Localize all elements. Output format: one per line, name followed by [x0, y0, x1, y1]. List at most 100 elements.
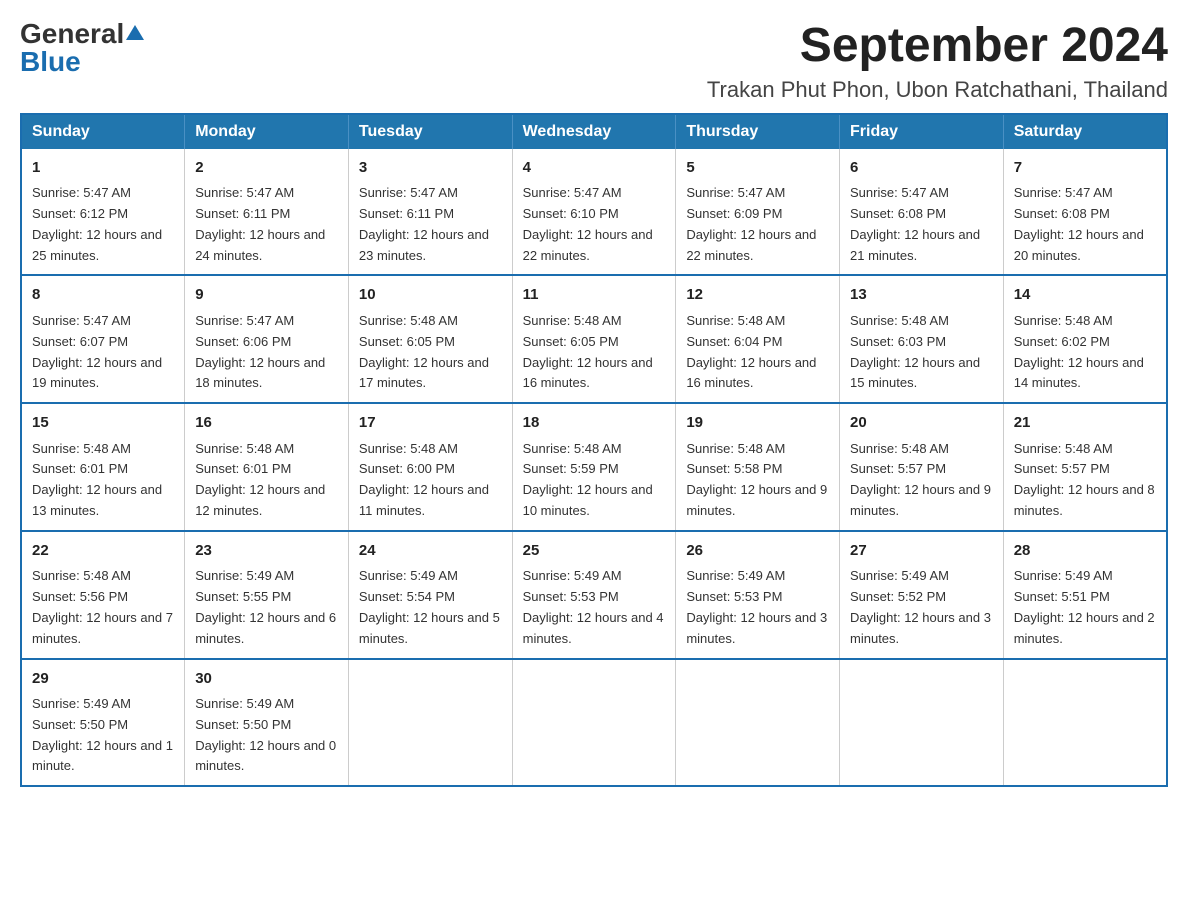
table-row: 28 Sunrise: 5:49 AMSunset: 5:51 PMDaylig…	[1003, 531, 1167, 659]
logo-general: General	[20, 20, 124, 48]
location-subtitle: Trakan Phut Phon, Ubon Ratchathani, Thai…	[707, 77, 1168, 103]
day-number: 1	[32, 157, 174, 180]
day-number: 20	[850, 412, 993, 435]
day-number: 11	[523, 284, 666, 307]
col-friday: Friday	[840, 114, 1004, 149]
day-number: 23	[195, 540, 338, 563]
table-row: 21 Sunrise: 5:48 AMSunset: 5:57 PMDaylig…	[1003, 403, 1167, 531]
calendar-week-row: 29 Sunrise: 5:49 AMSunset: 5:50 PMDaylig…	[21, 659, 1167, 787]
table-row: 1 Sunrise: 5:47 AMSunset: 6:12 PMDayligh…	[21, 149, 185, 276]
day-info: Sunrise: 5:49 AMSunset: 5:55 PMDaylight:…	[195, 568, 336, 645]
day-number: 12	[686, 284, 829, 307]
day-info: Sunrise: 5:49 AMSunset: 5:53 PMDaylight:…	[686, 568, 827, 645]
table-row: 9 Sunrise: 5:47 AMSunset: 6:06 PMDayligh…	[185, 275, 349, 403]
table-row	[1003, 659, 1167, 787]
day-number: 28	[1014, 540, 1156, 563]
day-info: Sunrise: 5:48 AMSunset: 6:00 PMDaylight:…	[359, 441, 489, 518]
day-number: 5	[686, 157, 829, 180]
day-number: 19	[686, 412, 829, 435]
day-info: Sunrise: 5:47 AMSunset: 6:07 PMDaylight:…	[32, 313, 162, 390]
table-row: 2 Sunrise: 5:47 AMSunset: 6:11 PMDayligh…	[185, 149, 349, 276]
table-row: 6 Sunrise: 5:47 AMSunset: 6:08 PMDayligh…	[840, 149, 1004, 276]
day-number: 18	[523, 412, 666, 435]
calendar-week-row: 15 Sunrise: 5:48 AMSunset: 6:01 PMDaylig…	[21, 403, 1167, 531]
col-sunday: Sunday	[21, 114, 185, 149]
table-row: 5 Sunrise: 5:47 AMSunset: 6:09 PMDayligh…	[676, 149, 840, 276]
day-number: 21	[1014, 412, 1156, 435]
col-saturday: Saturday	[1003, 114, 1167, 149]
day-info: Sunrise: 5:48 AMSunset: 6:04 PMDaylight:…	[686, 313, 816, 390]
day-info: Sunrise: 5:48 AMSunset: 5:58 PMDaylight:…	[686, 441, 827, 518]
table-row: 24 Sunrise: 5:49 AMSunset: 5:54 PMDaylig…	[348, 531, 512, 659]
day-info: Sunrise: 5:47 AMSunset: 6:06 PMDaylight:…	[195, 313, 325, 390]
table-row: 20 Sunrise: 5:48 AMSunset: 5:57 PMDaylig…	[840, 403, 1004, 531]
day-number: 14	[1014, 284, 1156, 307]
logo: General Blue	[20, 20, 144, 76]
day-number: 3	[359, 157, 502, 180]
table-row: 29 Sunrise: 5:49 AMSunset: 5:50 PMDaylig…	[21, 659, 185, 787]
day-number: 4	[523, 157, 666, 180]
day-number: 29	[32, 668, 174, 691]
table-row: 19 Sunrise: 5:48 AMSunset: 5:58 PMDaylig…	[676, 403, 840, 531]
table-row: 13 Sunrise: 5:48 AMSunset: 6:03 PMDaylig…	[840, 275, 1004, 403]
day-info: Sunrise: 5:47 AMSunset: 6:08 PMDaylight:…	[850, 185, 980, 262]
day-number: 30	[195, 668, 338, 691]
day-info: Sunrise: 5:49 AMSunset: 5:53 PMDaylight:…	[523, 568, 664, 645]
day-info: Sunrise: 5:48 AMSunset: 6:05 PMDaylight:…	[523, 313, 653, 390]
day-number: 16	[195, 412, 338, 435]
calendar-week-row: 22 Sunrise: 5:48 AMSunset: 5:56 PMDaylig…	[21, 531, 1167, 659]
day-number: 26	[686, 540, 829, 563]
day-info: Sunrise: 5:49 AMSunset: 5:51 PMDaylight:…	[1014, 568, 1155, 645]
table-row: 4 Sunrise: 5:47 AMSunset: 6:10 PMDayligh…	[512, 149, 676, 276]
table-row: 14 Sunrise: 5:48 AMSunset: 6:02 PMDaylig…	[1003, 275, 1167, 403]
day-info: Sunrise: 5:48 AMSunset: 6:01 PMDaylight:…	[32, 441, 162, 518]
table-row: 26 Sunrise: 5:49 AMSunset: 5:53 PMDaylig…	[676, 531, 840, 659]
day-info: Sunrise: 5:48 AMSunset: 5:57 PMDaylight:…	[1014, 441, 1155, 518]
table-row: 16 Sunrise: 5:48 AMSunset: 6:01 PMDaylig…	[185, 403, 349, 531]
calendar-week-row: 1 Sunrise: 5:47 AMSunset: 6:12 PMDayligh…	[21, 149, 1167, 276]
day-info: Sunrise: 5:49 AMSunset: 5:50 PMDaylight:…	[195, 696, 336, 773]
col-monday: Monday	[185, 114, 349, 149]
day-number: 10	[359, 284, 502, 307]
day-number: 6	[850, 157, 993, 180]
day-number: 27	[850, 540, 993, 563]
col-thursday: Thursday	[676, 114, 840, 149]
day-number: 13	[850, 284, 993, 307]
table-row: 11 Sunrise: 5:48 AMSunset: 6:05 PMDaylig…	[512, 275, 676, 403]
month-year-title: September 2024	[707, 20, 1168, 73]
table-row	[676, 659, 840, 787]
day-info: Sunrise: 5:47 AMSunset: 6:09 PMDaylight:…	[686, 185, 816, 262]
table-row: 18 Sunrise: 5:48 AMSunset: 5:59 PMDaylig…	[512, 403, 676, 531]
logo-blue: Blue	[20, 48, 81, 76]
day-info: Sunrise: 5:48 AMSunset: 6:03 PMDaylight:…	[850, 313, 980, 390]
day-number: 22	[32, 540, 174, 563]
calendar-header-row: Sunday Monday Tuesday Wednesday Thursday…	[21, 114, 1167, 149]
page-header: General Blue September 2024 Trakan Phut …	[20, 20, 1168, 103]
day-info: Sunrise: 5:47 AMSunset: 6:08 PMDaylight:…	[1014, 185, 1144, 262]
col-wednesday: Wednesday	[512, 114, 676, 149]
table-row	[840, 659, 1004, 787]
table-row: 15 Sunrise: 5:48 AMSunset: 6:01 PMDaylig…	[21, 403, 185, 531]
day-info: Sunrise: 5:48 AMSunset: 6:01 PMDaylight:…	[195, 441, 325, 518]
day-number: 9	[195, 284, 338, 307]
day-info: Sunrise: 5:48 AMSunset: 6:02 PMDaylight:…	[1014, 313, 1144, 390]
table-row	[512, 659, 676, 787]
day-info: Sunrise: 5:47 AMSunset: 6:11 PMDaylight:…	[359, 185, 489, 262]
day-info: Sunrise: 5:48 AMSunset: 5:59 PMDaylight:…	[523, 441, 653, 518]
title-section: September 2024 Trakan Phut Phon, Ubon Ra…	[707, 20, 1168, 103]
table-row: 7 Sunrise: 5:47 AMSunset: 6:08 PMDayligh…	[1003, 149, 1167, 276]
day-info: Sunrise: 5:48 AMSunset: 5:57 PMDaylight:…	[850, 441, 991, 518]
day-info: Sunrise: 5:47 AMSunset: 6:10 PMDaylight:…	[523, 185, 653, 262]
day-info: Sunrise: 5:48 AMSunset: 5:56 PMDaylight:…	[32, 568, 173, 645]
day-info: Sunrise: 5:49 AMSunset: 5:54 PMDaylight:…	[359, 568, 500, 645]
day-number: 17	[359, 412, 502, 435]
table-row: 3 Sunrise: 5:47 AMSunset: 6:11 PMDayligh…	[348, 149, 512, 276]
table-row: 8 Sunrise: 5:47 AMSunset: 6:07 PMDayligh…	[21, 275, 185, 403]
logo-triangle-icon	[126, 25, 144, 40]
day-info: Sunrise: 5:49 AMSunset: 5:50 PMDaylight:…	[32, 696, 173, 773]
table-row: 22 Sunrise: 5:48 AMSunset: 5:56 PMDaylig…	[21, 531, 185, 659]
table-row: 25 Sunrise: 5:49 AMSunset: 5:53 PMDaylig…	[512, 531, 676, 659]
day-number: 15	[32, 412, 174, 435]
table-row: 17 Sunrise: 5:48 AMSunset: 6:00 PMDaylig…	[348, 403, 512, 531]
table-row: 23 Sunrise: 5:49 AMSunset: 5:55 PMDaylig…	[185, 531, 349, 659]
